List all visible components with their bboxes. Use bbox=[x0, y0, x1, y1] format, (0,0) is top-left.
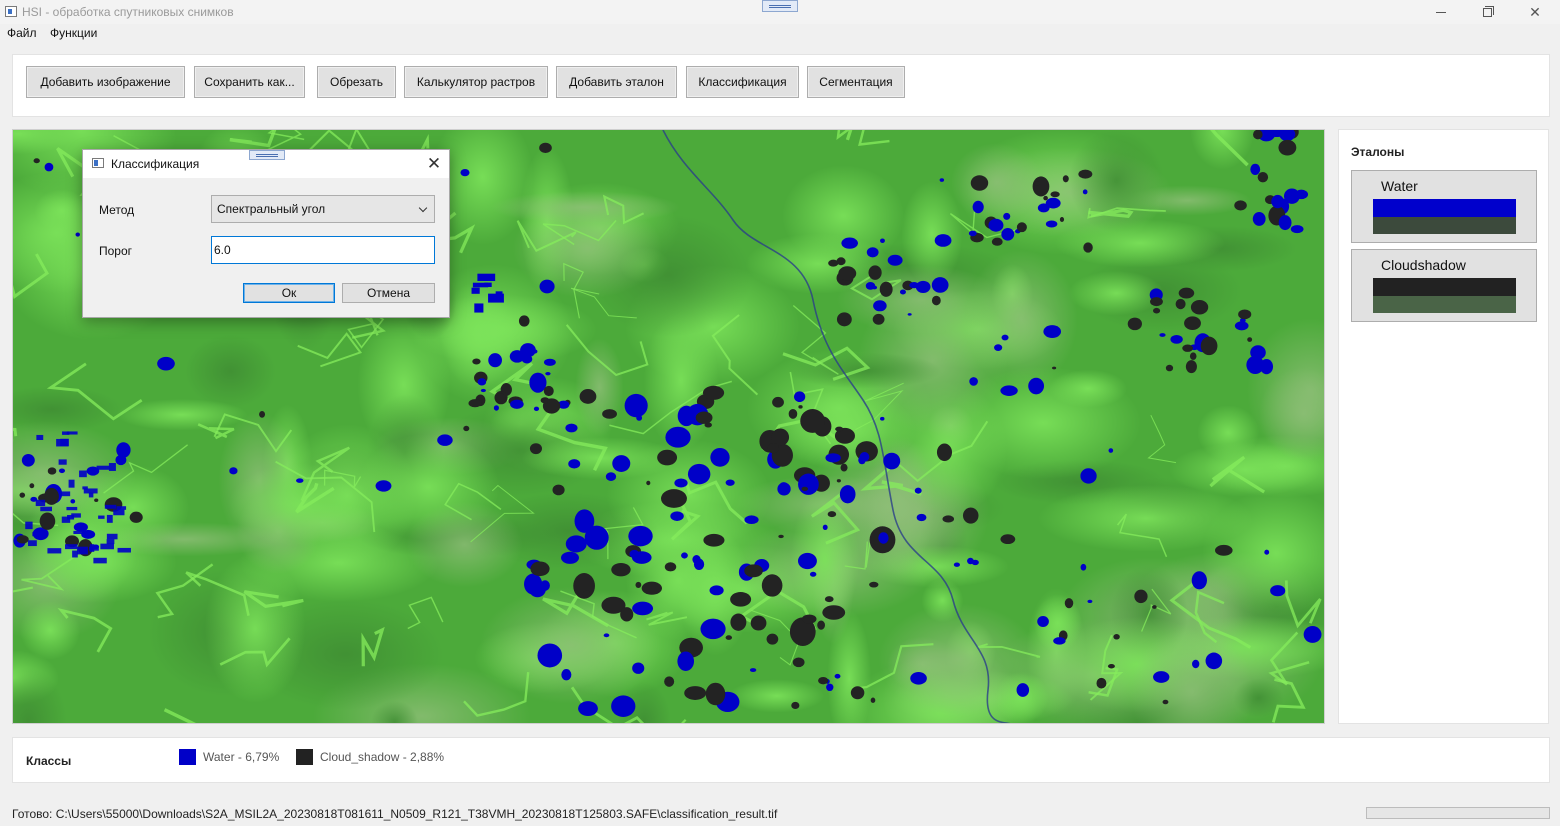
classes-label: Классы bbox=[26, 754, 72, 768]
classification-dialog: Классификация ✕ Метод Спектральный угол … bbox=[82, 149, 450, 318]
close-window-button[interactable]: ✕ bbox=[1512, 0, 1558, 24]
etalon-card-water[interactable]: Water bbox=[1351, 170, 1537, 243]
dialog-close-button[interactable]: ✕ bbox=[423, 153, 445, 175]
dialog-title-bar[interactable]: Классификация ✕ bbox=[83, 150, 449, 178]
add-image-button[interactable]: Добавить изображение bbox=[26, 66, 185, 98]
classes-legend: Классы Water - 6,79% Cloud_shadow - 2,88… bbox=[12, 737, 1550, 783]
minimize-button[interactable] bbox=[1418, 0, 1464, 24]
maximize-button[interactable] bbox=[1464, 0, 1510, 24]
status-text: Готово: C:\Users\55000\Downloads\S2A_MSI… bbox=[12, 807, 778, 821]
legend-swatch bbox=[296, 749, 313, 765]
threshold-input[interactable] bbox=[211, 236, 435, 264]
method-label: Метод bbox=[99, 203, 135, 217]
drag-handle-icon[interactable] bbox=[249, 150, 285, 160]
ok-button[interactable]: Ок bbox=[243, 283, 335, 303]
menu-file[interactable]: Файл bbox=[7, 26, 37, 40]
legend-item-water: Water - 6,79% bbox=[179, 749, 279, 765]
legend-text: Water - 6,79% bbox=[203, 750, 280, 764]
raster-calculator-button[interactable]: Калькулятор растров bbox=[404, 66, 548, 98]
chevron-down-icon bbox=[418, 203, 428, 213]
legend-item-cloud-shadow: Cloud_shadow - 2,88% bbox=[296, 749, 444, 765]
segmentation-button[interactable]: Сегментация bbox=[807, 66, 905, 98]
threshold-label: Порог bbox=[99, 244, 133, 258]
dialog-app-icon bbox=[92, 158, 104, 168]
crop-button[interactable]: Обрезать bbox=[317, 66, 396, 98]
window-title: HSI - обработка спутниковых снимков bbox=[22, 5, 234, 19]
method-select[interactable]: Спектральный угол bbox=[211, 195, 435, 223]
cancel-button[interactable]: Отмена bbox=[342, 283, 435, 303]
menu-bar: Файл Функции bbox=[0, 24, 1560, 42]
close-icon: ✕ bbox=[1529, 3, 1541, 20]
method-selected-value: Спектральный угол bbox=[217, 202, 326, 216]
etalon-color-swatch bbox=[1373, 217, 1516, 234]
app-icon bbox=[5, 6, 17, 17]
legend-swatch bbox=[179, 749, 196, 765]
etalon-color-swatch bbox=[1373, 296, 1516, 313]
dialog-title: Классификация bbox=[111, 157, 200, 171]
minimize-icon bbox=[1436, 11, 1446, 13]
etalon-color-swatch bbox=[1373, 278, 1516, 296]
etalon-name: Cloudshadow bbox=[1381, 257, 1466, 273]
close-icon: ✕ bbox=[426, 154, 442, 173]
etalon-name: Water bbox=[1381, 178, 1418, 194]
add-etalon-button[interactable]: Добавить эталон bbox=[556, 66, 677, 98]
drag-handle-icon[interactable] bbox=[762, 0, 798, 12]
save-as-button[interactable]: Сохранить как... bbox=[194, 66, 305, 98]
toolbar: Добавить изображение Сохранить как... Об… bbox=[12, 54, 1550, 117]
restore-icon bbox=[1482, 5, 1494, 17]
progress-bar bbox=[1366, 807, 1550, 819]
etalon-color-swatch bbox=[1373, 199, 1516, 217]
etalons-title: Эталоны bbox=[1351, 145, 1405, 159]
title-bar: HSI - обработка спутниковых снимков ✕ bbox=[0, 0, 1560, 24]
menu-functions[interactable]: Функции bbox=[50, 26, 97, 40]
etalons-panel: Эталоны Water Cloudshadow bbox=[1338, 129, 1549, 724]
classification-button[interactable]: Классификация bbox=[686, 66, 799, 98]
legend-text: Cloud_shadow - 2,88% bbox=[320, 750, 445, 764]
etalon-card-cloudshadow[interactable]: Cloudshadow bbox=[1351, 249, 1537, 322]
